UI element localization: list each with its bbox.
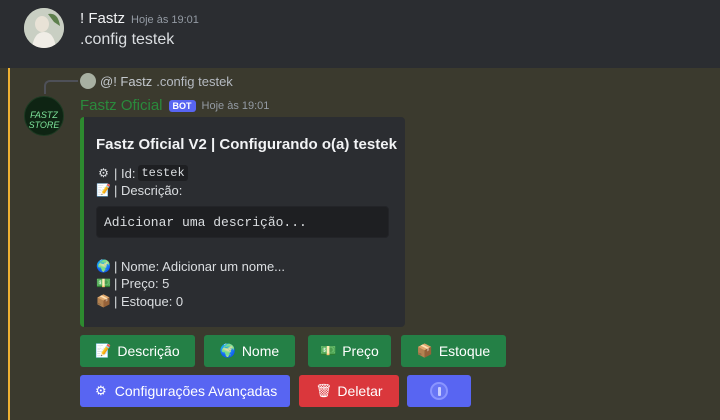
- id-value: testek: [138, 165, 188, 181]
- author-name[interactable]: ! Fastz Hoje às 19:01: [80, 10, 199, 27]
- description-codeblock: Adicionar uma descrição...: [96, 206, 389, 238]
- bot-avatar[interactable]: FASTZ STORE: [24, 96, 64, 136]
- reply-avatar: [80, 73, 96, 89]
- embed-field-name: 🌍 | Nome: Adicionar um nome...: [96, 259, 285, 274]
- globe-icon: 🌍: [96, 259, 111, 273]
- embed-field-stock: 📦 | Estoque: 0: [96, 294, 183, 309]
- money-icon: 💵: [320, 343, 337, 358]
- avancadas-label: Configurações Avançadas: [114, 383, 278, 399]
- reply-content[interactable]: .config testek: [156, 74, 233, 89]
- nome-button[interactable]: 🌍 Nome: [204, 335, 295, 367]
- message-content: .config testek: [80, 31, 175, 48]
- bot-timestamp: Hoje às 19:01: [201, 99, 270, 112]
- descricao-label: Descrição: [117, 343, 180, 359]
- power-icon: [430, 382, 448, 400]
- user-avatar[interactable]: [24, 8, 64, 48]
- timestamp: Hoje às 19:01: [131, 14, 199, 26]
- memo-icon: 📝: [95, 343, 112, 358]
- deletar-label: Deletar: [337, 383, 383, 399]
- configuracoes-avancadas-button[interactable]: ⚙ Configurações Avançadas: [80, 375, 290, 407]
- preco-button[interactable]: 💵 Preço: [308, 335, 391, 367]
- package-icon: 📦: [416, 343, 433, 358]
- money-icon: 💵: [96, 276, 111, 290]
- estoque-label: Estoque: [438, 343, 491, 359]
- price-line: | Preço: 5: [114, 276, 170, 291]
- embed-field-price: 💵 | Preço: 5: [96, 276, 169, 291]
- reply-reference[interactable]: @! Fastz .config testek: [80, 73, 233, 89]
- embed-field-description: 📝 | Descrição:: [96, 183, 182, 198]
- globe-icon: 🌍: [219, 343, 236, 358]
- embed-title: Fastz Oficial V2 | Configurando o(a) tes…: [96, 136, 397, 153]
- bot-name[interactable]: Fastz Oficial: [80, 97, 163, 114]
- descricao-button[interactable]: 📝 Descrição: [80, 335, 195, 367]
- user-message: ! Fastz Hoje às 19:01 .config testek: [0, 0, 720, 68]
- bot-author: Fastz Oficial BOT Hoje às 19:01: [80, 97, 269, 114]
- mention-highlight-bar: [8, 68, 10, 420]
- bot-avatar-logo: FASTZ STORE: [28, 110, 60, 130]
- reply-author[interactable]: @! Fastz: [100, 74, 152, 89]
- name-line: | Nome: Adicionar um nome...: [114, 259, 286, 274]
- trash-icon: 🗑: [315, 383, 332, 398]
- nome-label: Nome: [241, 343, 280, 359]
- stock-line: | Estoque: 0: [114, 294, 184, 309]
- preco-label: Preço: [342, 343, 379, 359]
- deletar-button[interactable]: 🗑 Deletar: [299, 375, 399, 407]
- power-button[interactable]: [407, 375, 471, 407]
- author-label[interactable]: ! Fastz: [80, 10, 125, 27]
- gear-icon: ⚙: [98, 165, 109, 180]
- package-icon: 📦: [96, 294, 111, 308]
- embed-field-id: ⚙ | Id: testek: [96, 165, 188, 181]
- id-label: | Id:: [114, 165, 136, 181]
- reply-connector: [44, 80, 78, 94]
- gear-icon: ⚙: [94, 383, 107, 398]
- description-label: | Descrição:: [114, 183, 183, 198]
- estoque-button[interactable]: 📦 Estoque: [401, 335, 506, 367]
- memo-icon: 📝: [96, 183, 111, 197]
- bot-badge: BOT: [168, 99, 196, 112]
- embed: Fastz Oficial V2 | Configurando o(a) tes…: [80, 117, 405, 327]
